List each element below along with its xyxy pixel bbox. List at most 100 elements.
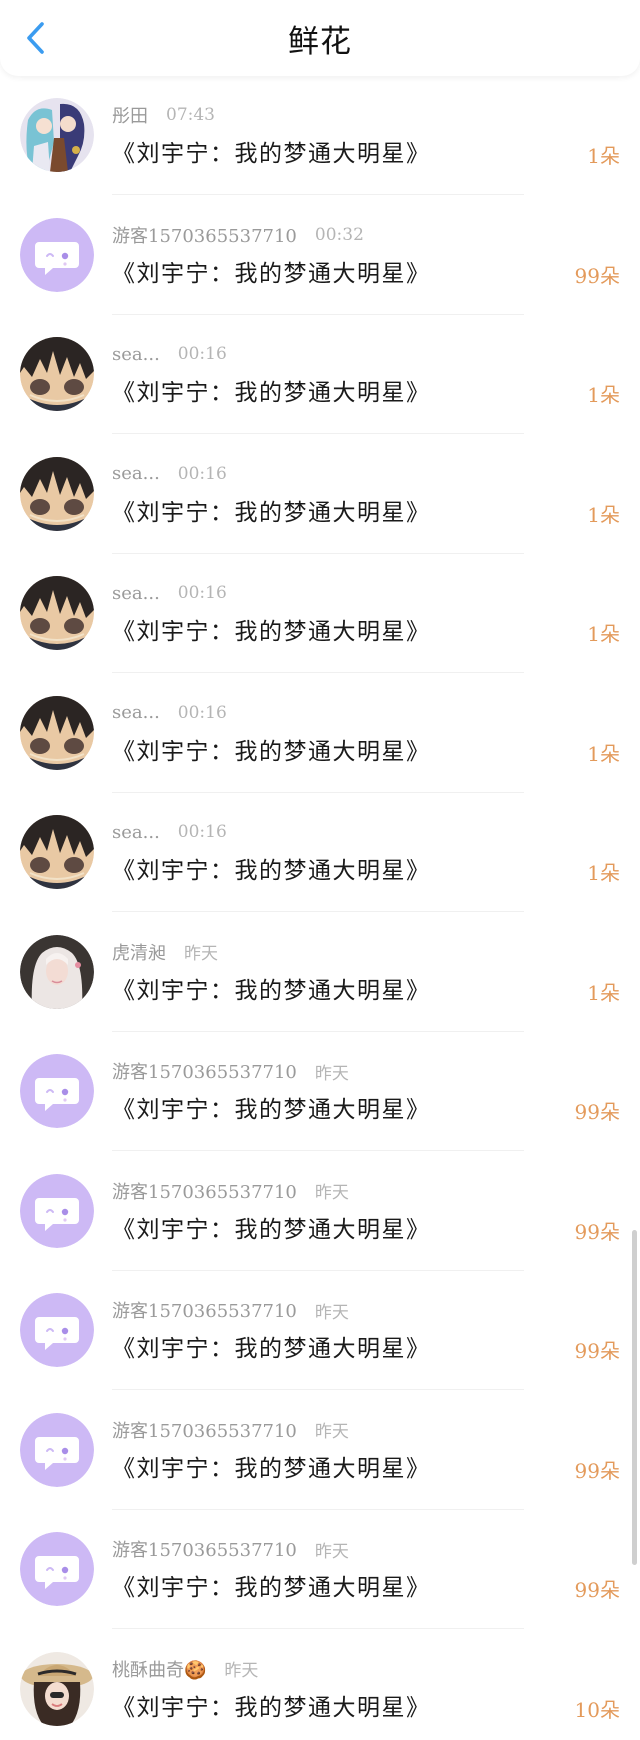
sender-name: sea... [112, 821, 160, 843]
send-time: 昨天 [314, 1422, 349, 1442]
avatar[interactable] [20, 337, 94, 411]
avatar[interactable] [20, 217, 94, 292]
flower-count: 99朵 [574, 1100, 620, 1124]
flower-count: 1朵 [587, 144, 620, 168]
book-title: 《刘宇宁：我的梦通大明星》 [112, 260, 431, 287]
top-bar: 鲜花 [0, 0, 640, 76]
send-time: 00:16 [177, 463, 227, 484]
page-title: 鲜花 [288, 24, 352, 60]
send-time: 昨天 [224, 1661, 259, 1681]
send-time: 00:16 [177, 822, 227, 842]
send-time: 昨天 [314, 1541, 349, 1562]
scrollbar[interactable] [632, 1230, 637, 1565]
sender-name: 游客1570365537710 [112, 225, 297, 247]
sender-meta: sea... 00:16 [112, 461, 227, 487]
list-item[interactable]: 游客1570365537710 昨天 《刘宇宁：我的梦通大明星》 99朵 [0, 1510, 640, 1630]
list-item[interactable]: sea... 00:16 《刘宇宁：我的梦通大明星》 1朵 [0, 315, 640, 435]
list-item[interactable]: sea... 00:16 《刘宇宁：我的梦通大明星》 1朵 [0, 674, 640, 794]
sender-name: 游客1570365537710 [112, 1062, 297, 1083]
guest-avatar-image [20, 1054, 94, 1128]
list-item[interactable]: sea... 00:16 《刘宇宁：我的梦通大明星》 1朵 [0, 554, 640, 674]
send-time: 00:32 [314, 224, 364, 245]
dark-hair-avatar-image [20, 337, 94, 411]
sender-meta: 游客1570365537710 昨天 [112, 1297, 349, 1323]
dark-hair-avatar-image [20, 695, 94, 770]
guest-avatar-image [20, 217, 94, 292]
sender-meta: 彤田 07:43 [112, 102, 215, 128]
flower-count: 99朵 [574, 1219, 620, 1244]
flower-count: 99朵 [574, 1458, 620, 1483]
sender-name: 游客1570365537710 [112, 1181, 297, 1203]
flower-count: 1朵 [587, 502, 620, 527]
avatar[interactable] [20, 695, 94, 770]
list-item[interactable]: sea... 00:16 《刘宇宁：我的梦通大明星》 1朵 [0, 435, 640, 555]
sender-name: 游客1570365537710 [112, 1301, 297, 1322]
book-title: 《刘宇宁：我的梦通大明星》 [112, 1216, 431, 1243]
send-time: 昨天 [314, 1183, 349, 1203]
flower-count: 1朵 [587, 622, 620, 646]
avatar[interactable] [20, 1293, 94, 1367]
book-title: 《刘宇宁：我的梦通大明星》 [112, 738, 431, 765]
list-item[interactable]: 虎清昶 昨天 《刘宇宁：我的梦通大明星》 1朵 [0, 913, 640, 1033]
list-item[interactable]: 游客1570365537710 昨天 《刘宇宁：我的梦通大明星》 99朵 [0, 1152, 640, 1272]
send-time: 昨天 [184, 944, 218, 964]
book-title: 《刘宇宁：我的梦通大明星》 [112, 858, 431, 884]
avatar[interactable] [20, 1173, 94, 1248]
send-time: 昨天 [314, 1063, 349, 1084]
flower-count: 10朵 [574, 1697, 620, 1722]
sender-meta: 游客1570365537710 昨天 [112, 1417, 349, 1443]
sender-name: sea... [112, 582, 160, 604]
flower-count: 1朵 [587, 861, 620, 885]
guest-avatar-image [20, 1293, 94, 1367]
sender-meta: sea... 00:16 [112, 341, 227, 367]
list-item[interactable]: sea... 00:16 《刘宇宁：我的梦通大明星》 1朵 [0, 793, 640, 913]
guest-avatar-image [20, 1412, 94, 1487]
straw-hat-girl-avatar-image [20, 1651, 94, 1726]
sender-meta: 游客1570365537710 昨天 [112, 1536, 349, 1562]
sender-name: 彤田 [112, 106, 148, 127]
send-time: 07:43 [166, 105, 215, 125]
sender-name: sea... [112, 463, 160, 484]
book-title: 《刘宇宁：我的梦通大明星》 [112, 1694, 431, 1721]
list-item[interactable]: 游客1570365537710 昨天 《刘宇宁：我的梦通大明星》 99朵 [0, 1271, 640, 1391]
book-title: 《刘宇宁：我的梦通大明星》 [112, 619, 431, 645]
send-time: 00:16 [177, 702, 227, 723]
avatar[interactable] [20, 934, 94, 1009]
send-time: 00:16 [177, 344, 227, 364]
guest-avatar-image [20, 1173, 94, 1248]
white-hair-girl-avatar-image [20, 934, 94, 1009]
book-title: 《刘宇宁：我的梦通大明星》 [112, 1455, 431, 1482]
dark-hair-avatar-image [20, 815, 94, 889]
avatar[interactable] [20, 456, 94, 531]
list-item[interactable]: 游客1570365537710 昨天 《刘宇宁：我的梦通大明星》 99朵 [0, 1032, 640, 1152]
guest-avatar-image [20, 1532, 94, 1606]
book-title: 《刘宇宁：我的梦通大明星》 [112, 1336, 431, 1362]
sender-meta: 桃酥曲奇🍪 昨天 [112, 1656, 258, 1682]
sender-name: 游客1570365537710 [112, 1540, 297, 1561]
flowers-screen: 鲜花 彤田 07:43 《刘宇宁：我的梦通大明星》 1朵 游客157036553… [0, 0, 640, 1740]
list-item[interactable]: 桃酥曲奇🍪 昨天 《刘宇宁：我的梦通大明星》 10朵 [0, 1630, 640, 1740]
sender-meta: sea... 00:16 [112, 819, 227, 845]
sender-name: 游客1570365537710 [112, 1420, 297, 1442]
avatar[interactable] [20, 815, 94, 889]
avatar[interactable] [20, 1412, 94, 1487]
avatar[interactable] [20, 1651, 94, 1726]
send-time: 00:16 [177, 583, 227, 603]
book-title: 《刘宇宁：我的梦通大明星》 [112, 499, 431, 526]
sender-name: 桃酥曲奇🍪 [112, 1659, 207, 1681]
flower-gift-list: 彤田 07:43 《刘宇宁：我的梦通大明星》 1朵 游客157036553771… [0, 76, 640, 1740]
flower-count: 99朵 [574, 263, 620, 288]
book-title: 《刘宇宁：我的梦通大明星》 [112, 1575, 431, 1601]
list-item[interactable]: 游客1570365537710 昨天 《刘宇宁：我的梦通大明星》 99朵 [0, 1391, 640, 1511]
avatar[interactable] [20, 98, 94, 172]
anime-couple-avatar-image [20, 98, 94, 172]
avatar[interactable] [20, 1532, 94, 1606]
dark-hair-avatar-image [20, 456, 94, 531]
avatar[interactable] [20, 1054, 94, 1128]
list-item[interactable]: 游客1570365537710 00:32 《刘宇宁：我的梦通大明星》 99朵 [0, 196, 640, 316]
sender-name: sea... [112, 343, 160, 365]
flower-count: 1朵 [587, 741, 620, 766]
sender-name: 虎清昶 [112, 942, 166, 964]
avatar[interactable] [20, 576, 94, 650]
list-item[interactable]: 彤田 07:43 《刘宇宁：我的梦通大明星》 1朵 [0, 76, 640, 196]
